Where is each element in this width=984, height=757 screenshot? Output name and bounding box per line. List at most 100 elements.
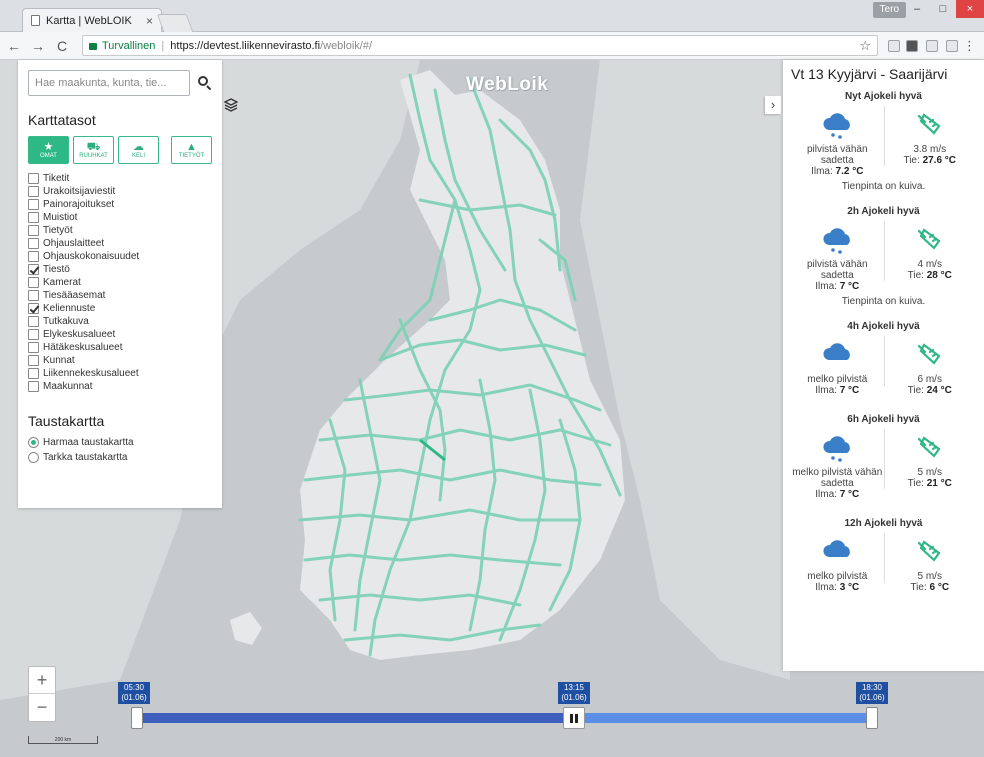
cloud-icon [820,336,854,374]
forecast-columns: pilvistä vähän sadetta Ilma: 7.2 °C 3.8 m/… [791,106,976,177]
collapse-panel-button[interactable]: › [765,96,781,114]
cloud-icon [820,533,854,571]
background-map-options: Harmaa taustakartta Tarkka taustakartta [28,435,212,465]
layer-item[interactable]: Maakunnat [28,380,212,393]
air-temperature: Ilma: 3 °C [815,582,860,593]
forecast-wind-column: 5 m/s Tie: 21 °C [884,429,977,500]
layer-item[interactable]: Tietyöt [28,224,212,237]
zoom-out-button[interactable]: − [29,694,55,721]
forecast-wind-column: 6 m/s Tie: 24 °C [884,336,977,396]
layer-item[interactable]: Keliennuste [28,302,212,315]
layer-item[interactable]: Tutkakuva [28,315,212,328]
layer-checkbox[interactable] [28,303,39,314]
extension-box-icon[interactable] [946,40,958,52]
layer-checkbox[interactable] [28,342,39,353]
forecast-columns: melko pilvistä Ilma: 3 °C 5 m/s Tie: 6 °C [791,533,976,593]
layer-checkbox[interactable] [28,186,39,197]
wind-speed: 6 m/s [917,374,942,385]
timeline-end-handle[interactable] [866,707,878,729]
timeline-current-label: 13:15 (01.06) [558,682,590,704]
layer-item[interactable]: Hätäkeskusalueet [28,341,212,354]
weather-description: pilvistä vähän sadetta [806,144,868,166]
extension-shield-icon[interactable] [906,40,918,52]
forward-icon[interactable]: → [28,38,48,54]
layer-checkbox[interactable] [28,199,39,210]
layer-label: Tiesääasemat [43,290,106,301]
layer-item[interactable]: Painorajoitukset [28,198,212,211]
bookmark-star-icon[interactable]: ☆ [859,38,871,54]
layer-item[interactable]: Ohjauskokonaisuudet [28,250,212,263]
layer-label: Tietyöt [43,225,73,236]
timeline-future-segment [572,713,876,723]
back-icon[interactable]: ← [4,38,24,54]
layer-checkbox[interactable] [28,173,39,184]
new-tab-button[interactable] [156,14,194,32]
layer-checkbox[interactable] [28,329,39,340]
layers-toggle-icon[interactable] [224,98,238,112]
layer-item[interactable]: Kamerat [28,276,212,289]
layer-item[interactable]: Ohjauslaitteet [28,237,212,250]
layer-checkbox[interactable] [28,290,39,301]
layer-checkbox[interactable] [28,355,39,366]
layer-item[interactable]: Muistiot [28,211,212,224]
layer-group-ruuhkat-button[interactable]: ⛟ RUUHKAT [73,136,114,164]
reload-icon[interactable]: C [52,38,72,54]
webloik-logo: WebLoik [466,74,549,95]
forecast-heading: 4h Ajokeli hyvä [847,321,920,332]
radio-button[interactable] [28,437,39,448]
radio-button[interactable] [28,452,39,463]
layer-group-keli-button[interactable]: ☁ KELI [118,136,159,164]
address-bar[interactable]: Turvallinen | https://devtest.liikennevi… [82,35,878,56]
layer-label: Liikennekeskusalueet [43,368,139,379]
minimize-button[interactable]: – [904,0,930,18]
traffic-jam-icon: ⛟ [86,141,101,153]
air-temperature: Ilma: 7 °C [815,385,860,396]
background-option-detailed[interactable]: Tarkka taustakartta [28,450,212,465]
layer-label: Tutkakuva [43,316,89,327]
pause-icon [570,713,573,723]
layer-label: Urakoitsijaviestit [43,186,116,197]
close-window-button[interactable]: × [956,0,984,18]
layer-item[interactable]: Tiketit [28,172,212,185]
timeline-start-handle[interactable] [131,707,143,729]
profile-button[interactable]: Tero [872,2,906,18]
layer-checkbox[interactable] [28,212,39,223]
layer-checkbox[interactable] [28,225,39,236]
background-option-grey[interactable]: Harmaa taustakartta [28,435,212,450]
air-temperature: Ilma: 7.2 °C [811,166,864,177]
search-icon[interactable] [198,76,212,91]
forecast-heading: 12h Ajokeli hyvä [844,518,923,529]
layer-checkbox[interactable] [28,251,39,262]
air-temperature: Ilma: 7 °C [815,489,860,500]
weather-description: melko pilvistä [807,374,868,385]
maximize-button[interactable]: □ [930,0,956,18]
forecast-heading: 2h Ajokeli hyvä [847,206,920,217]
zoom-in-button[interactable]: + [29,667,55,694]
browser-menu-icon[interactable]: ⋮ [963,38,976,54]
layer-item[interactable]: Liikennekeskusalueet [28,367,212,380]
cloud-rain-icon [820,106,854,144]
layer-checkbox[interactable] [28,316,39,327]
extension-cast-icon[interactable] [926,40,938,52]
browser-tab[interactable]: Kartta | WebLOIK × [22,8,162,32]
layer-checkbox[interactable] [28,238,39,249]
layer-item[interactable]: Kunnat [28,354,212,367]
tab-close-icon[interactable]: × [146,14,153,28]
layer-checkbox[interactable] [28,264,39,275]
pause-button[interactable] [563,707,585,729]
layer-item[interactable]: Tiesääasemat [28,289,212,302]
layer-group-tietyot-button[interactable]: ▲ TIETYÖT [171,136,212,164]
timeline-track[interactable] [136,713,876,723]
layer-item[interactable]: Tiestö [28,263,212,276]
layer-group-omat-button[interactable]: ★ OMAT [28,136,69,164]
forecast-heading: Nyt Ajokeli hyvä [845,91,922,102]
forecast-divider [883,533,885,583]
search-input[interactable] [28,70,191,96]
layer-item[interactable]: Urakoitsijaviestit [28,185,212,198]
layer-checkbox[interactable] [28,381,39,392]
layer-checkbox[interactable] [28,368,39,379]
extension-icon[interactable] [888,40,900,52]
road-temperature: Tie: 21 °C [907,478,952,489]
layer-item[interactable]: Elykeskusalueet [28,328,212,341]
layer-checkbox[interactable] [28,277,39,288]
